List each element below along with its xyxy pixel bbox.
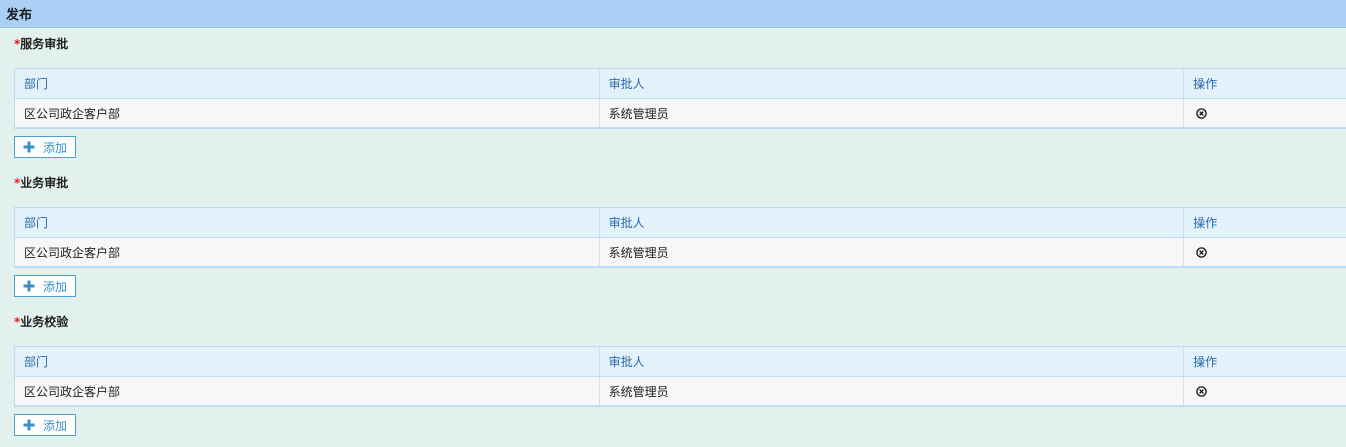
add-button-label: 添加	[43, 418, 68, 433]
cell-approver: 系统管理员	[600, 238, 1185, 266]
header-bar: 发布	[0, 0, 1346, 28]
grid-header-row: 部门 审批人 操作	[15, 69, 1346, 99]
plus-icon	[23, 280, 35, 292]
cell-action	[1184, 238, 1346, 266]
column-header-action: 操作	[1193, 77, 1218, 91]
column-header-dept: 部门	[15, 208, 600, 237]
cell-approver: 系统管理员	[600, 99, 1185, 127]
circle-x-icon[interactable]	[1196, 246, 1207, 258]
section-title: *业务校验	[14, 315, 68, 329]
table-row: 区公司政企客户部 系统管理员	[15, 238, 1346, 267]
column-header-dept: 部门	[15, 347, 600, 376]
page-title: 发布	[6, 8, 33, 23]
add-button-label: 添加	[43, 140, 68, 155]
add-button[interactable]: 添加	[14, 414, 76, 436]
page: 发布 *服务审批 部门 审批人 操作 区公司政企客户部 系统管理员 添加 *业务…	[0, 0, 1346, 447]
plus-icon	[23, 141, 35, 153]
plus-icon	[23, 419, 35, 431]
circle-x-icon[interactable]	[1196, 107, 1207, 119]
cell-dept: 区公司政企客户部	[15, 238, 600, 266]
section-service-approval: *服务审批 部门 审批人 操作 区公司政企客户部 系统管理员 添加	[0, 28, 1346, 167]
add-button[interactable]: 添加	[14, 275, 76, 297]
circle-x-icon[interactable]	[1196, 385, 1207, 397]
grid-header-row: 部门 审批人 操作	[15, 347, 1346, 377]
approver-grid: 部门 审批人 操作 区公司政企客户部 系统管理员	[14, 346, 1346, 407]
column-header-approver: 审批人	[600, 69, 1185, 98]
section-title-text: 业务校验	[20, 315, 69, 329]
cell-action	[1184, 377, 1346, 405]
column-header-dept: 部门	[15, 69, 600, 98]
section-business-approval: *业务审批 部门 审批人 操作 区公司政企客户部 系统管理员 添加	[0, 167, 1346, 306]
cell-dept: 区公司政企客户部	[15, 377, 600, 405]
section-business-verification: *业务校验 部门 审批人 操作 区公司政企客户部 系统管理员 添加	[0, 306, 1346, 445]
section-title: *业务审批	[14, 176, 68, 190]
cell-dept: 区公司政企客户部	[15, 99, 600, 127]
column-header-approver: 审批人	[600, 347, 1185, 376]
column-header-action: 操作	[1193, 216, 1218, 230]
approver-grid: 部门 审批人 操作 区公司政企客户部 系统管理员	[14, 68, 1346, 129]
cell-approver: 系统管理员	[600, 377, 1185, 405]
cell-action	[1184, 99, 1346, 127]
table-row: 区公司政企客户部 系统管理员	[15, 99, 1346, 128]
table-row: 区公司政企客户部 系统管理员	[15, 377, 1346, 406]
section-title-text: 服务审批	[20, 37, 69, 51]
grid-header-row: 部门 审批人 操作	[15, 208, 1346, 238]
column-header-approver: 审批人	[600, 208, 1185, 237]
add-button[interactable]: 添加	[14, 136, 76, 158]
section-title-text: 业务审批	[20, 176, 69, 190]
approver-grid: 部门 审批人 操作 区公司政企客户部 系统管理员	[14, 207, 1346, 268]
add-button-label: 添加	[43, 279, 68, 294]
column-header-action: 操作	[1193, 355, 1218, 369]
section-title: *服务审批	[14, 37, 68, 51]
